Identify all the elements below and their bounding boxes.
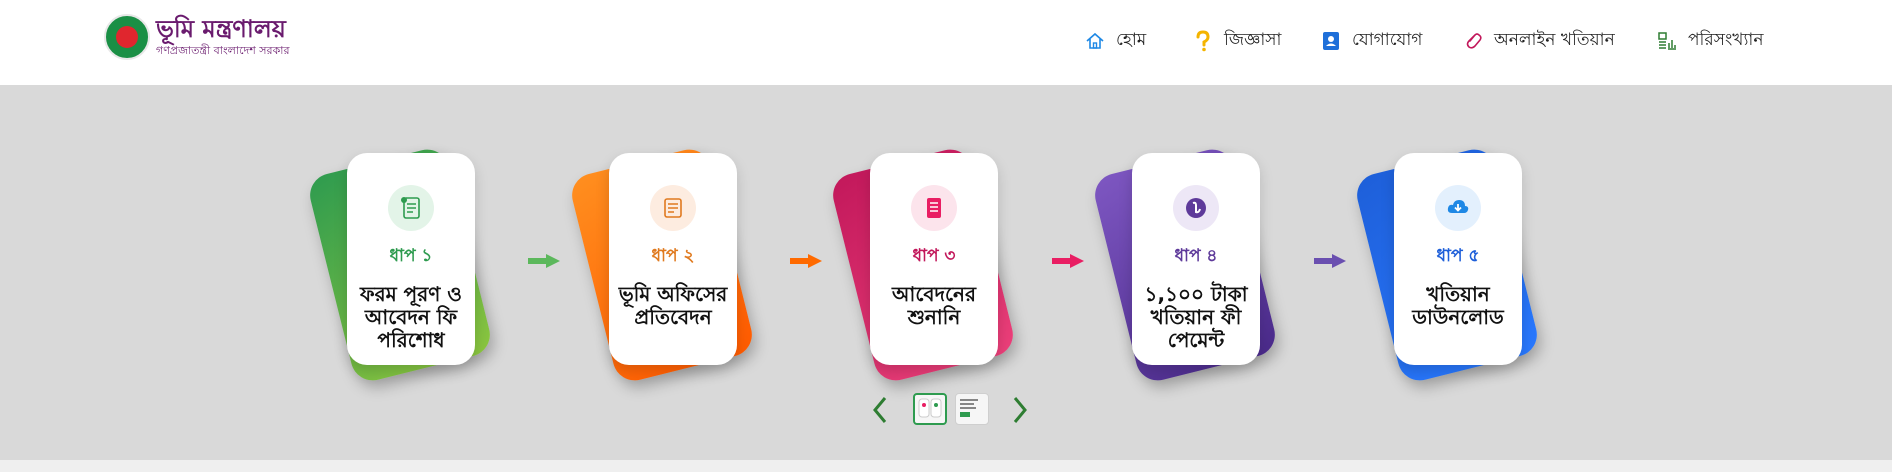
step-card-2[interactable]: ধাপ ২ ভূমি অফিসের প্রতিবেদন (567, 144, 757, 386)
step-3-label: ধাপ ৩ (912, 246, 956, 266)
page-bottom-strip (0, 460, 1892, 472)
nav-contact-label: যোগাযোগ (1352, 30, 1423, 50)
logo-subtitle: গণপ্রজাতন্ত্রী বাংলাদেশ সরকার (156, 44, 290, 57)
step-card-1-face: ধাপ ১ ফরম পূরণ ও আবেদন ফি পরিশোধ (347, 153, 475, 365)
nav-statistics-label: পরিসংখ্যান (1688, 30, 1764, 50)
step-arrow-3-icon (1052, 254, 1084, 268)
hearing-checklist-icon (911, 185, 957, 231)
question-icon (1192, 30, 1214, 52)
carousel-thumbnail-1[interactable] (913, 393, 947, 425)
site-header: ভূমি মন্ত্রণালয় গণপ্রজাতন্ত্রী বাংলাদেশ… (0, 0, 1892, 85)
step-2-label: ধাপ ২ (651, 246, 695, 266)
step-arrow-4-icon (1314, 254, 1346, 268)
nav-statistics[interactable]: পরিসংখ্যান (1656, 27, 1763, 55)
step-1-label: ধাপ ১ (389, 246, 433, 266)
step-arrow-1-icon (528, 254, 560, 268)
taka-payment-icon (1173, 185, 1219, 231)
carousel-thumbnail-2[interactable] (955, 393, 989, 425)
step-2-title: ভূমি অফিসের প্রতিবেদন (618, 282, 728, 329)
chevron-right-icon[interactable] (1010, 395, 1030, 425)
cloud-download-icon (1435, 185, 1481, 231)
step-4-label: ধাপ ৪ (1174, 246, 1218, 266)
government-seal-icon (104, 14, 150, 60)
office-report-icon (650, 185, 696, 231)
chevron-left-icon[interactable] (870, 395, 890, 425)
logo-title: ভূমি মন্ত্রণালয় (156, 15, 286, 43)
nav-online-khatian-label: অনলাইন খতিয়ান (1494, 30, 1615, 50)
logo-text: ভূমি মন্ত্রণালয় গণপ্রজাতন্ত্রী বাংলাদেশ… (156, 16, 290, 58)
step-3-title: আবেদনের শুনানি (892, 282, 976, 329)
step-1-title: ফরম পূরণ ও আবেদন ফি পরিশোধ (359, 282, 463, 352)
nav-contact[interactable]: যোগাযোগ (1320, 27, 1422, 55)
nav-faq[interactable]: জিজ্ঞাসা (1192, 27, 1281, 55)
nav-home-label: হোম (1116, 30, 1147, 50)
step-5-label: ধাপ ৫ (1436, 246, 1480, 266)
step-card-4-face: ধাপ ৪ ১,১০০ টাকা খতিয়ান ফী পেমেন্ট (1132, 153, 1260, 365)
nav-online-khatian[interactable]: অনলাইন খতিয়ান (1462, 27, 1615, 55)
home-icon (1084, 30, 1106, 52)
step-card-3-face: ধাপ ৩ আবেদনের শুনানি (870, 153, 998, 365)
step-arrow-2-icon (790, 254, 822, 268)
step-5-title: খতিয়ান ডাউনলোড (1412, 282, 1504, 329)
step-card-5[interactable]: ধাপ ৫ খতিয়ান ডাউনলোড (1352, 144, 1542, 386)
contact-book-icon (1320, 30, 1342, 52)
statistics-icon (1656, 30, 1678, 52)
process-steps-carousel: ধাপ ১ ফরম পূরণ ও আবেদন ফি পরিশোধ ধাপ ২ ভ… (0, 85, 1892, 460)
step-4-title: ১,১০০ টাকা খতিয়ান ফী পেমেন্ট (1144, 282, 1248, 352)
step-card-5-face: ধাপ ৫ খতিয়ান ডাউনলোড (1394, 153, 1522, 365)
step-card-4[interactable]: ধাপ ৪ ১,১০০ টাকা খতিয়ান ফী পেমেন্ট (1090, 144, 1280, 386)
nav-faq-label: জিজ্ঞাসা (1224, 30, 1282, 50)
step-card-2-face: ধাপ ২ ভূমি অফিসের প্রতিবেদন (609, 153, 737, 365)
step-card-1[interactable]: ধাপ ১ ফরম পূরণ ও আবেদন ফি পরিশোধ (305, 144, 495, 386)
nav-home[interactable]: হোম (1084, 27, 1146, 55)
link-icon (1462, 30, 1484, 52)
site-logo[interactable]: ভূমি মন্ত্রণালয় গণপ্রজাতন্ত্রী বাংলাদেশ… (104, 14, 290, 60)
step-card-3[interactable]: ধাপ ৩ আবেদনের শুনানি (828, 144, 1018, 386)
form-fill-icon (388, 185, 434, 231)
